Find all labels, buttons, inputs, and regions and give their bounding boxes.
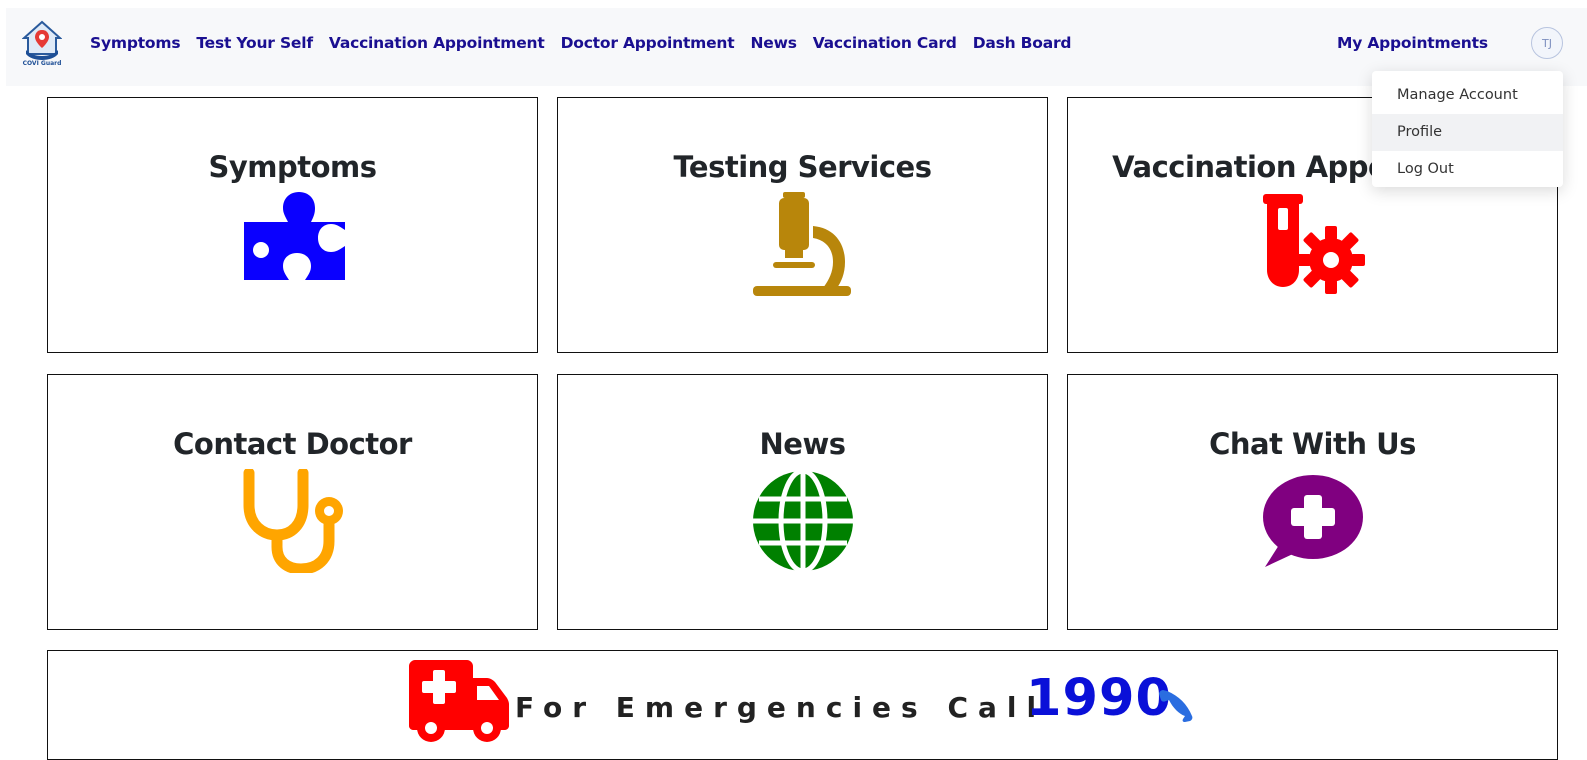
globe-icon: [751, 468, 855, 574]
emergency-label: For Emergencies Call: [515, 691, 1047, 724]
medical-chat-icon: [1261, 469, 1365, 573]
puzzle-icon: [241, 192, 345, 296]
card-testing-services[interactable]: Testing Services: [557, 97, 1048, 353]
card-symptoms[interactable]: Symptoms: [47, 97, 538, 353]
nav-link-vaccination-card[interactable]: Vaccination Card: [813, 34, 957, 52]
card-title: Symptoms: [208, 150, 377, 184]
card-title: Testing Services: [673, 150, 932, 184]
card-contact-doctor[interactable]: Contact Doctor: [47, 374, 538, 630]
card-news[interactable]: News: [557, 374, 1048, 630]
ambulance-icon: [409, 660, 509, 744]
user-avatar[interactable]: TJ: [1531, 27, 1563, 59]
vial-gear-icon: [1261, 192, 1365, 296]
card-chat-with-us[interactable]: Chat With Us: [1067, 374, 1558, 630]
microscope-icon: [751, 192, 855, 296]
stethoscope-icon: [241, 467, 345, 575]
card-title: Chat With Us: [1209, 427, 1416, 461]
logo-text: COVI Guard: [22, 60, 62, 67]
emergency-number[interactable]: 1990: [1026, 669, 1172, 728]
card-title: News: [759, 427, 847, 461]
menu-item-log-out[interactable]: Log Out: [1372, 151, 1563, 188]
menu-item-profile[interactable]: Profile: [1372, 114, 1563, 151]
nav-link-test-your-self[interactable]: Test Your Self: [196, 34, 313, 52]
nav-link-doctor-appointment[interactable]: Doctor Appointment: [561, 34, 735, 52]
menu-item-manage-account[interactable]: Manage Account: [1372, 77, 1563, 114]
nav-link-vaccination-appointment[interactable]: Vaccination Appointment: [329, 34, 545, 52]
nav-link-symptoms[interactable]: Symptoms: [90, 34, 181, 52]
card-title: Contact Doctor: [173, 427, 412, 461]
my-appointments-link[interactable]: My Appointments: [1337, 34, 1488, 52]
covi-guard-logo[interactable]: COVI Guard: [21, 20, 63, 70]
user-dropdown-menu: Manage Account Profile Log Out: [1372, 71, 1563, 187]
emergency-banner: For Emergencies Call 1990: [47, 650, 1558, 760]
phone-icon: [1157, 686, 1193, 722]
nav-link-dash-board[interactable]: Dash Board: [973, 34, 1072, 52]
top-navbar: COVI Guard Symptoms Test Your Self Vacci…: [6, 8, 1587, 86]
nav-link-news[interactable]: News: [750, 34, 796, 52]
main-nav: Symptoms Test Your Self Vaccination Appo…: [90, 34, 1087, 52]
